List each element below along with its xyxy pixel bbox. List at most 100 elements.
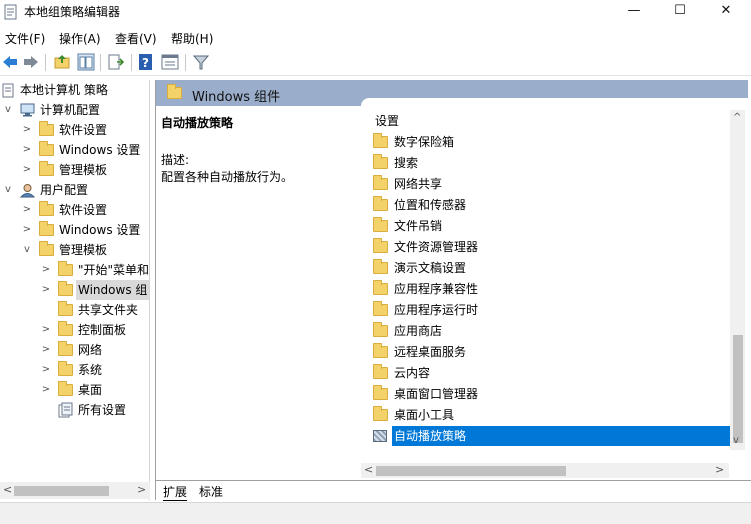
computer-icon (20, 103, 35, 117)
list-item-label: 应用程序运行时 (394, 303, 479, 317)
scroll-right-icon[interactable]: > (137, 483, 146, 496)
tree-label: 软件设置 (59, 123, 108, 137)
menu-help[interactable]: 帮助(H) (171, 30, 213, 47)
chevron-right-icon[interactable]: > (41, 260, 51, 280)
details-pane: Windows 组件 自动播放策略 描述: 配置各种自动播放行为。 设置 数字保… (155, 80, 751, 500)
chevron-down-icon[interactable]: v (3, 180, 13, 200)
folder-icon (373, 175, 388, 190)
scrollbar-thumb[interactable] (376, 466, 566, 476)
chevron-right-icon[interactable]: > (22, 160, 32, 180)
up-folder-icon[interactable] (53, 53, 71, 71)
menu-view[interactable]: 查看(V) (115, 30, 157, 47)
folder-icon (373, 133, 388, 148)
list-item[interactable]: 桌面窗口管理器 (370, 384, 730, 404)
folder-icon (373, 154, 388, 169)
menu-file[interactable]: 文件(F) (5, 30, 45, 47)
scroll-left-icon[interactable]: < (3, 483, 12, 496)
menu-action[interactable]: 操作(A) (59, 30, 101, 47)
folder-icon (373, 301, 388, 316)
scroll-up-icon[interactable]: ^ (733, 112, 741, 123)
list-item-label: 演示文稿设置 (394, 261, 467, 275)
list-item[interactable]: 数字保险箱 (370, 132, 730, 152)
list-item-label: 文件吊销 (394, 219, 443, 233)
scroll-left-icon[interactable]: < (364, 463, 373, 476)
folder-icon (373, 343, 388, 358)
toolbar-separator (45, 54, 46, 71)
export-list-icon[interactable] (107, 53, 125, 71)
description-text: 配置各种自动播放行为。 (161, 170, 294, 184)
tree-label: 本地计算机 策略 (20, 83, 108, 97)
list-item[interactable]: 文件资源管理器 (370, 237, 730, 257)
tab-standard[interactable]: 标准 (199, 483, 223, 500)
folder-icon (373, 364, 388, 379)
settings-list: 设置 数字保险箱 搜索 网络共享 位置和传感器 文件吊销 文件资源管理器 演示文… (361, 98, 748, 480)
chevron-right-icon[interactable]: > (41, 320, 51, 340)
tree-label: 桌面 (78, 383, 103, 397)
policy-setting-icon (373, 430, 387, 442)
show-hide-tree-icon[interactable] (77, 53, 95, 71)
chevron-right-icon[interactable]: > (22, 200, 32, 220)
folder-icon (373, 238, 388, 253)
tree-horizontal-scrollbar[interactable]: < > (0, 482, 150, 499)
list-item[interactable]: 应用程序兼容性 (370, 279, 730, 299)
list-item-selected[interactable]: 自动播放策略 (370, 426, 732, 446)
policy-app-icon (4, 4, 17, 20)
list-item-label: 远程桌面服务 (394, 345, 467, 359)
navigation-tree: 本地计算机 策略 v 计算机配置 > 软件设置 > Windows 设置 > 管… (0, 80, 150, 500)
list-item[interactable]: 云内容 (370, 363, 730, 383)
chevron-right-icon[interactable]: > (22, 140, 32, 160)
tree-label: 计算机配置 (40, 103, 101, 117)
list-item[interactable]: 远程桌面服务 (370, 342, 730, 362)
view-tabs: 扩展 标准 (155, 480, 751, 501)
list-horizontal-scrollbar[interactable]: < > (361, 463, 729, 478)
tab-extended[interactable]: 扩展 (163, 483, 188, 501)
list-item-label: 云内容 (394, 366, 431, 380)
list-item[interactable]: 文件吊销 (370, 216, 730, 236)
properties-icon[interactable] (161, 53, 179, 71)
tree-label: 管理模板 (59, 243, 108, 257)
folder-icon (373, 196, 388, 211)
list-item[interactable]: 搜索 (370, 153, 730, 173)
maximize-button[interactable]: ☐ (657, 0, 703, 22)
scrollbar-thumb[interactable] (14, 486, 109, 496)
svg-text:?: ? (142, 56, 149, 70)
minimize-button[interactable]: — (611, 0, 657, 22)
folder-open-icon (39, 241, 54, 256)
status-bar (0, 502, 751, 524)
list-item[interactable]: 网络共享 (370, 174, 730, 194)
list-vertical-scrollbar[interactable]: ^ v (730, 110, 745, 450)
chevron-right-icon[interactable]: > (22, 220, 32, 240)
help-icon[interactable]: ? (137, 53, 155, 71)
list-item[interactable]: 位置和传感器 (370, 195, 730, 215)
close-button[interactable]: ✕ (703, 0, 749, 22)
list-item[interactable]: 应用程序运行时 (370, 300, 730, 320)
chevron-right-icon[interactable]: > (41, 340, 51, 360)
list-item[interactable]: 演示文稿设置 (370, 258, 730, 278)
scroll-down-icon[interactable]: v (733, 435, 739, 446)
back-icon[interactable] (1, 53, 19, 71)
chevron-right-icon[interactable]: > (41, 380, 51, 400)
folder-icon (39, 221, 54, 236)
chevron-down-icon[interactable]: v (22, 240, 32, 260)
user-icon (20, 184, 35, 198)
chevron-down-icon[interactable]: v (3, 100, 13, 120)
list-item[interactable]: 应用商店 (370, 321, 730, 341)
chevron-right-icon[interactable]: > (22, 120, 32, 140)
list-item[interactable]: 桌面小工具 (370, 405, 730, 425)
chevron-right-icon[interactable]: > (41, 280, 51, 300)
folder-icon (39, 201, 54, 216)
list-item-label: 网络共享 (394, 177, 443, 191)
tree-label: Windows 设置 (59, 223, 141, 237)
chevron-right-icon[interactable]: > (41, 360, 51, 380)
toolbar-separator (131, 54, 132, 71)
tree-label: 系统 (78, 363, 103, 377)
scroll-right-icon[interactable]: > (715, 463, 724, 476)
list-item-label: 应用商店 (394, 324, 443, 338)
forward-icon[interactable] (22, 53, 40, 71)
list-item-label: 位置和传感器 (394, 198, 467, 212)
tree-label: 控制面板 (78, 323, 127, 337)
list-item-label: 桌面小工具 (394, 408, 455, 422)
filter-icon[interactable] (192, 53, 210, 71)
column-header-setting[interactable]: 设置 (375, 112, 399, 129)
scrollbar-thumb[interactable] (733, 335, 743, 443)
